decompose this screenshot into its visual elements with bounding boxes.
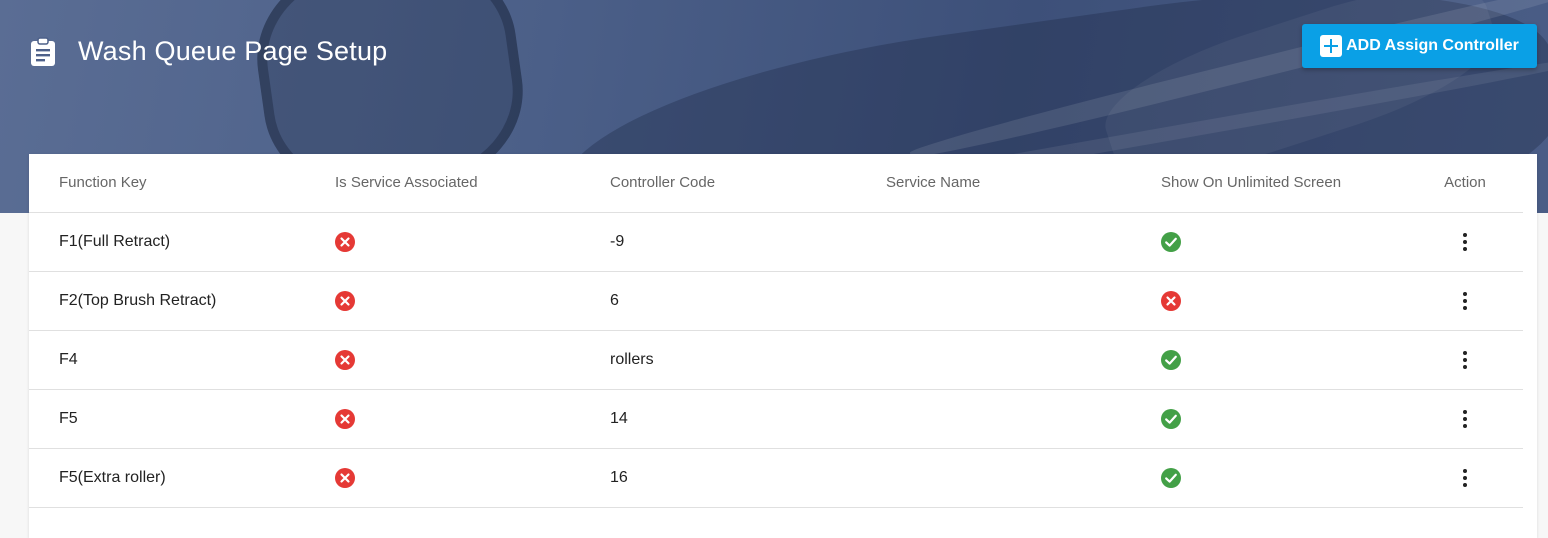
more-vert-icon[interactable] (1453, 464, 1477, 492)
check-circle-icon (1161, 231, 1181, 252)
check-circle-icon (1161, 467, 1181, 488)
x-circle-icon (335, 231, 355, 252)
column-header-action: Action (1407, 154, 1523, 213)
controller-table: Function Key Is Service Associated Contr… (29, 154, 1523, 508)
is-service-associated-cell (305, 212, 580, 272)
more-vert-icon[interactable] (1453, 405, 1477, 433)
action-cell (1407, 212, 1523, 272)
table-row: F4 rollers (29, 330, 1523, 390)
x-circle-icon (335, 467, 355, 488)
column-header-function-key: Function Key (29, 154, 305, 213)
add-assign-controller-button[interactable]: ADD Assign Controller (1302, 24, 1537, 68)
check-circle-icon (1161, 349, 1181, 370)
function-key-cell: F5 (29, 389, 305, 449)
table-body: F1(Full Retract) -9 F2(Top Brush Retract) 6… (29, 212, 1523, 508)
x-circle-icon (335, 349, 355, 370)
service-name-cell (856, 271, 1131, 331)
clipboard-icon (30, 36, 56, 67)
controller-table-card: Function Key Is Service Associated Contr… (29, 154, 1537, 538)
action-cell (1407, 389, 1523, 449)
controller-code-cell: -9 (580, 212, 856, 272)
more-vert-icon[interactable] (1453, 228, 1477, 256)
show-on-unlimited-screen-cell (1131, 212, 1407, 272)
show-on-unlimited-screen-cell (1131, 271, 1407, 331)
column-header-controller-code: Controller Code (580, 154, 856, 213)
table-row: F5(Extra roller) 16 (29, 448, 1523, 508)
controller-code-cell: 6 (580, 271, 856, 331)
more-vert-icon[interactable] (1453, 346, 1477, 374)
x-circle-icon (335, 408, 355, 429)
table-row: F2(Top Brush Retract) 6 (29, 271, 1523, 331)
service-name-cell (856, 212, 1131, 272)
is-service-associated-cell (305, 448, 580, 508)
action-cell (1407, 330, 1523, 390)
service-name-cell (856, 330, 1131, 390)
is-service-associated-cell (305, 389, 580, 449)
page-header: Wash Queue Page Setup (30, 36, 387, 67)
plus-box-icon (1320, 35, 1343, 57)
service-name-cell (856, 389, 1131, 449)
show-on-unlimited-screen-cell (1131, 330, 1407, 390)
function-key-cell: F5(Extra roller) (29, 448, 305, 508)
show-on-unlimited-screen-cell (1131, 448, 1407, 508)
action-cell (1407, 448, 1523, 508)
function-key-cell: F1(Full Retract) (29, 212, 305, 272)
x-circle-icon (335, 290, 355, 311)
table-header-row: Function Key Is Service Associated Contr… (29, 154, 1523, 213)
controller-code-cell: 16 (580, 448, 856, 508)
column-header-service-name: Service Name (856, 154, 1131, 213)
show-on-unlimited-screen-cell (1131, 389, 1407, 449)
table-row: F1(Full Retract) -9 (29, 212, 1523, 272)
more-vert-icon[interactable] (1453, 287, 1477, 315)
controller-code-cell: 14 (580, 389, 856, 449)
is-service-associated-cell (305, 271, 580, 331)
action-cell (1407, 271, 1523, 331)
is-service-associated-cell (305, 330, 580, 390)
check-circle-icon (1161, 408, 1181, 429)
service-name-cell (856, 448, 1131, 508)
function-key-cell: F4 (29, 330, 305, 390)
column-header-show-on-unlimited-screen: Show On Unlimited Screen (1131, 154, 1407, 213)
page-title: Wash Queue Page Setup (78, 36, 388, 66)
add-assign-controller-label: ADD Assign Controller (1346, 37, 1519, 54)
table-row: F5 14 (29, 389, 1523, 449)
x-circle-icon (1161, 290, 1181, 311)
function-key-cell: F2(Top Brush Retract) (29, 271, 305, 331)
controller-code-cell: rollers (580, 330, 856, 390)
column-header-is-service-associated: Is Service Associated (305, 154, 580, 213)
